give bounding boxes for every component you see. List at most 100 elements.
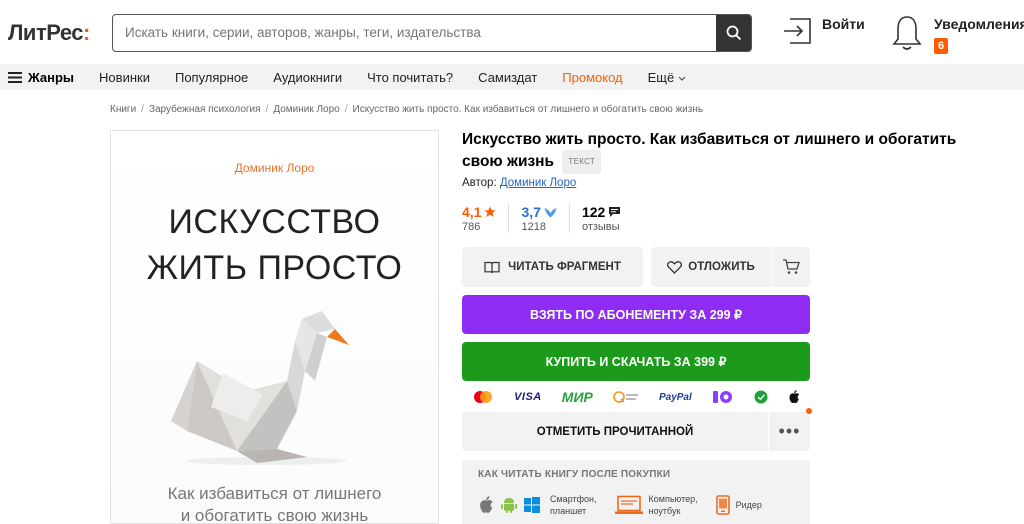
- yoomoney-icon: [712, 391, 732, 403]
- menu-icon: [8, 71, 22, 83]
- nav-item-new[interactable]: Новинки: [99, 70, 150, 85]
- subscribe-button[interactable]: ВЗЯТЬ ПО АБОНЕМЕНТУ ЗА 299 ₽: [462, 295, 810, 334]
- how-to-read-panel: КАК ЧИТАТЬ КНИГУ ПОСЛЕ ПОКУПКИ Смартфон,…: [462, 460, 810, 524]
- read-fragment-button[interactable]: ЧИТАТЬ ФРАГМЕНТ: [462, 247, 643, 287]
- smartphone-label: Смартфон, планшет: [550, 493, 597, 517]
- login-icon: [784, 18, 811, 44]
- cover-subtitle-line: и обогатить свою жизнь: [180, 506, 369, 524]
- litres-rating[interactable]: 4,1 786: [462, 204, 510, 233]
- notifications-count-badge: 6: [934, 38, 949, 54]
- book-title-text: Искусство жить просто. Как избавиться от…: [462, 131, 957, 171]
- reader-option[interactable]: Ридер: [715, 495, 762, 515]
- computer-label-line: Компьютер,: [648, 494, 698, 504]
- smartphone-label-line: планшет: [550, 506, 587, 516]
- main-nav: Жанры Новинки Популярное Аудиокниги Что …: [0, 64, 1024, 90]
- defer-button[interactable]: ОТЛОЖИТЬ: [651, 247, 771, 287]
- litres-votes: 786: [462, 221, 481, 233]
- reader-label: Ридер: [735, 500, 762, 510]
- computer-label: Компьютер, ноутбук: [649, 493, 698, 517]
- breadcrumb-item[interactable]: Зарубежная психология: [149, 104, 261, 115]
- format-tag: ТЕКСТ: [562, 150, 602, 174]
- heart-icon: [667, 260, 683, 274]
- mastercard-icon: [474, 391, 493, 403]
- search-bar: [112, 14, 752, 52]
- computer-option[interactable]: Компьютер, ноутбук: [614, 493, 698, 517]
- ratings: 4,1 786 3,7 1218 122 отзывы: [462, 204, 645, 233]
- bell-icon: [892, 16, 922, 50]
- litres-rating-value: 4,1: [462, 204, 482, 220]
- nav-item-popular[interactable]: Популярное: [175, 70, 248, 85]
- defer-label: ОТЛОЖИТЬ: [688, 261, 755, 273]
- nav-genres-label: Жанры: [28, 69, 75, 85]
- buy-button[interactable]: КУПИТЬ И СКАЧАТЬ ЗА 399 ₽: [462, 342, 810, 381]
- breadcrumb-item[interactable]: Книги: [110, 104, 136, 115]
- livelib-rating-value: 3,7: [521, 204, 541, 220]
- breadcrumb: Книги / Зарубежная психология / Доминик Лоро…: [110, 104, 704, 115]
- search-input[interactable]: [113, 15, 716, 51]
- notifications-label: Уведомления: [934, 16, 1024, 32]
- laptop-icon: [614, 495, 643, 514]
- nav-genres[interactable]: Жанры: [8, 70, 74, 85]
- comment-icon: [609, 207, 621, 217]
- chevron-down-icon: [678, 76, 686, 81]
- computer-label-line: ноутбук: [648, 506, 681, 516]
- nav-item-promo[interactable]: Промокод: [562, 70, 622, 85]
- livelib-votes: 1218: [521, 221, 546, 233]
- cart-icon: [783, 259, 800, 274]
- apple-pay-icon: [789, 390, 800, 404]
- nav-item-samizdat[interactable]: Самиздат: [478, 70, 537, 85]
- sberpay-icon: [754, 390, 768, 404]
- login-label: Войти: [822, 16, 865, 32]
- author-link[interactable]: Доминик Лоро: [500, 177, 576, 189]
- book-open-icon: [484, 261, 500, 273]
- livelib-rating[interactable]: 3,7 1218: [521, 204, 570, 233]
- visa-icon: VISA: [514, 391, 542, 403]
- mark-as-read-button[interactable]: ОТМЕТИТЬ ПРОЧИТАННОЙ: [462, 412, 768, 451]
- apple-icon: [480, 496, 493, 513]
- cover-subtitle: Как избавиться от лишнего и обогатить св…: [111, 483, 438, 524]
- book-title: Искусство жить просто. Как избавиться от…: [462, 130, 982, 174]
- reviews[interactable]: 122 отзывы: [582, 204, 633, 233]
- login-button[interactable]: Войти: [782, 13, 865, 49]
- cover-author: Доминик Лоро: [234, 161, 315, 175]
- livelib-bird-icon: [544, 207, 557, 217]
- cover-subtitle-line: Как избавиться от лишнего: [167, 484, 382, 503]
- nav-item-what-to-read[interactable]: Что почитать?: [367, 70, 453, 85]
- search-button[interactable]: [716, 15, 751, 51]
- cover-title-line: ЖИТЬ ПРОСТО: [146, 249, 403, 287]
- smartphone-option[interactable]: Смартфон, планшет: [478, 493, 597, 517]
- paypal-icon: PayPal: [658, 391, 692, 403]
- author-label: Автор:: [462, 177, 497, 189]
- payment-methods: VISA МИР PayPal: [462, 387, 810, 407]
- swan-illustration: [171, 311, 349, 465]
- reviews-label: отзывы: [581, 221, 620, 233]
- mir-icon: МИР: [561, 389, 593, 405]
- nav-item-audiobooks[interactable]: Аудиокниги: [273, 70, 342, 85]
- notifications-button[interactable]: Уведомления 6: [890, 13, 1024, 54]
- book-author: Автор: Доминик Лоро: [462, 177, 576, 189]
- android-icon: [501, 498, 517, 513]
- star-icon: [484, 206, 497, 217]
- cover-title: ИСКУССТВО ЖИТЬ ПРОСТО: [111, 199, 438, 291]
- read-fragment-label: ЧИТАТЬ ФРАГМЕНТ: [508, 261, 621, 273]
- logo-text: ЛитРес: [8, 20, 84, 45]
- nav-more-label: Ещё: [647, 69, 675, 85]
- cover-title-line: ИСКУССТВО: [168, 203, 381, 241]
- breadcrumb-item[interactable]: Искусство жить просто. Как избавиться от…: [353, 104, 704, 115]
- book-cover[interactable]: Доминик Лоро ИСКУССТВО ЖИТЬ ПРОСТО Как и…: [110, 130, 439, 524]
- qiwi-icon: [613, 391, 638, 403]
- windows-icon: [524, 497, 540, 513]
- more-options-button[interactable]: •••: [769, 412, 810, 451]
- logo-accent: :: [83, 20, 90, 45]
- ereader-icon: [715, 495, 730, 515]
- litres-logo[interactable]: ЛитРес:: [8, 20, 90, 46]
- how-to-read-title: КАК ЧИТАТЬ КНИГУ ПОСЛЕ ПОКУПКИ: [478, 469, 671, 480]
- search-icon: [726, 25, 741, 41]
- breadcrumb-item[interactable]: Доминик Лоро: [273, 104, 339, 115]
- reviews-count: 122: [581, 204, 606, 220]
- how-to-read-options: Смартфон, планшет Компьютер, ноутбук Ридер: [478, 493, 776, 517]
- add-to-cart-button[interactable]: [772, 247, 810, 287]
- nav-item-more[interactable]: Ещё: [648, 70, 686, 85]
- smartphone-label-line: Смартфон,: [550, 494, 597, 504]
- notification-dot: [806, 408, 812, 414]
